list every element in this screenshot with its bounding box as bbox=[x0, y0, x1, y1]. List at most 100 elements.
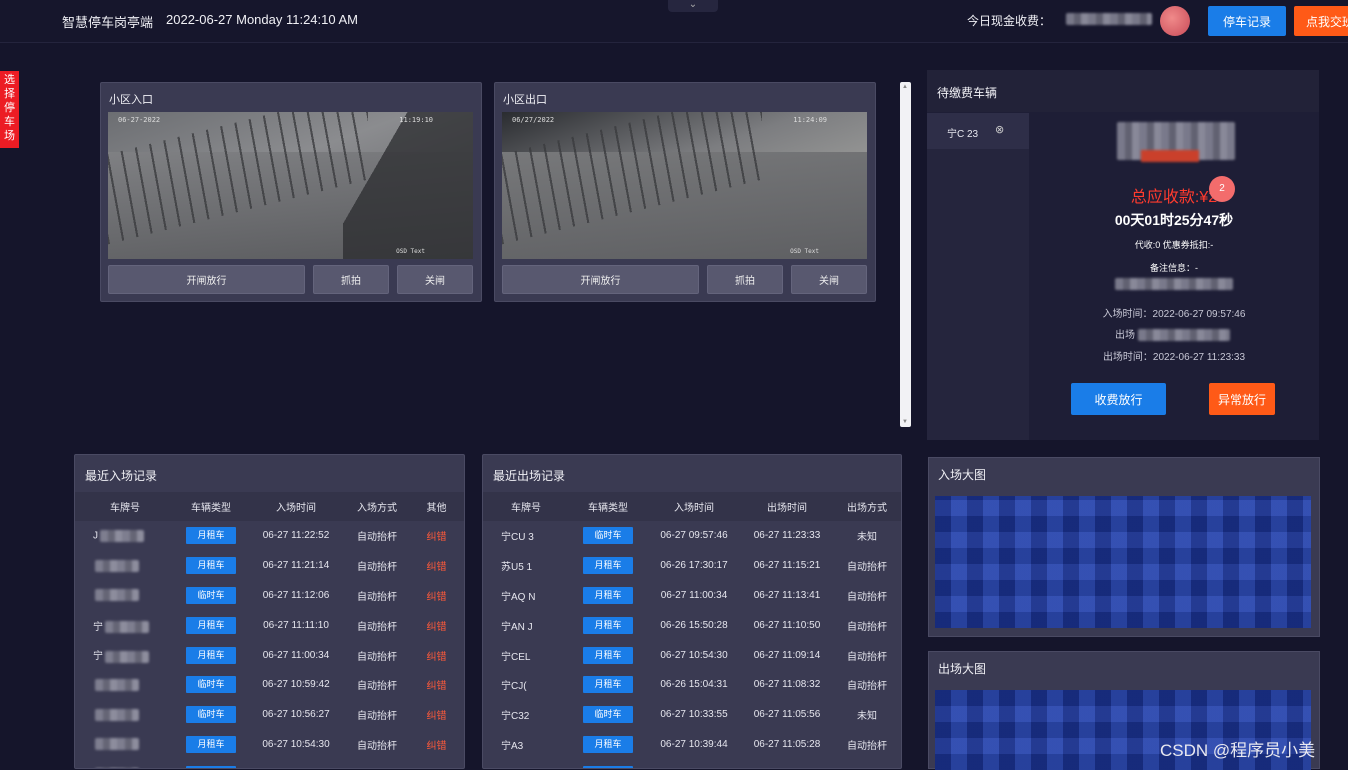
plate-cell: 宁AQ N bbox=[483, 581, 569, 611]
capture-button[interactable]: 抓拍 bbox=[707, 265, 783, 294]
entry-time-cell: 06-27 11:21:14 bbox=[262, 560, 330, 572]
plate-cell: 宁CEL bbox=[483, 640, 569, 670]
camera-timestamp: 06/27/2022 bbox=[512, 116, 555, 124]
camera-clock: 11:24:09 bbox=[793, 116, 827, 124]
table-row: 宁C32 临时车 06-27 10:33:55 06-27 11:05:56 未知 bbox=[483, 700, 901, 730]
entry-method-cell: 自动抬杆 bbox=[357, 621, 397, 633]
exit-time-cell: 06-27 11:00:35 bbox=[741, 759, 833, 768]
plate-text: J bbox=[93, 530, 98, 542]
entry-camera-panel: 小区入口 06-27-2022 11:19:10 OSD Text 开闸放行 抓… bbox=[100, 82, 482, 302]
exit-method-cell: 自动抬杆 bbox=[847, 562, 887, 574]
other-cell: 纠错 bbox=[409, 551, 464, 581]
table-row: J 月租车 06-27 11:22:52 自动抬杆 纠错 bbox=[75, 521, 464, 551]
exit-method-cell: 自动抬杆 bbox=[847, 651, 887, 663]
plate-cell: J bbox=[75, 521, 175, 551]
exit-row: 出场 bbox=[1115, 326, 1230, 342]
vehicle-type-badge: 临时车 bbox=[583, 527, 633, 545]
table-row: 月租车 06-27 10:47:45自动抬杆纠错 bbox=[75, 759, 464, 768]
type-cell: 月租车 bbox=[175, 640, 247, 670]
entry-time-cell: 06-26 17:30:17 bbox=[660, 560, 728, 572]
panel-title: 最近出场记录 bbox=[493, 469, 566, 483]
plate-tab-label: 宁C 23 bbox=[947, 129, 979, 140]
exit-camera-panel: 小区出口 06/27/2022 11:24:09 OSD Text 开闸放行 抓… bbox=[494, 82, 876, 302]
plate-text: 宁CU 3 bbox=[501, 532, 534, 544]
type-cell: 月租车 bbox=[175, 730, 247, 760]
type-cell: 临时车 bbox=[175, 670, 247, 700]
column-header: 入场时间 bbox=[674, 503, 714, 514]
correct-link[interactable]: 纠错 bbox=[427, 532, 447, 543]
collapse-toggle[interactable]: ⌄ bbox=[668, 0, 718, 12]
handover-button[interactable]: 点我交班 bbox=[1294, 6, 1348, 36]
recent-entries-panel: 最近入场记录 车牌号 车辆类型 入场时间 入场方式 其他 J 月租车 06-27 1… bbox=[74, 454, 465, 769]
exit-time-cell: 06-27 11:05:28 bbox=[753, 738, 821, 750]
entry-method-cell: 自动抬杆 bbox=[357, 711, 397, 723]
pending-plate-tab[interactable]: 宁C 23 ⊗ bbox=[927, 113, 1029, 149]
plate-cell: 宁AN J bbox=[483, 610, 569, 640]
correct-link[interactable]: 纠错 bbox=[427, 681, 447, 692]
other-cell: 纠错 bbox=[409, 730, 464, 760]
vehicle-type-badge: 月租车 bbox=[583, 646, 633, 664]
correct-link[interactable]: 纠错 bbox=[427, 652, 447, 663]
exit-time-cell: 06-27 11:08:32 bbox=[753, 679, 821, 691]
vehicle-type-badge: 月租车 bbox=[186, 616, 236, 634]
type-cell: 月租车 bbox=[569, 670, 647, 700]
cash-fee-value bbox=[1066, 13, 1152, 25]
total-fee: 总应收款:¥2 bbox=[1130, 189, 1218, 206]
correct-link[interactable]: 纠错 bbox=[427, 592, 447, 603]
plate-text: 宁CJ( bbox=[501, 681, 527, 693]
main-scrollbar[interactable]: ▲ ▼ bbox=[900, 82, 911, 427]
correct-link[interactable]: 纠错 bbox=[427, 711, 447, 722]
camera-title: 小区入口 bbox=[109, 94, 153, 106]
column-header: 车牌号 bbox=[110, 503, 140, 514]
panel-title: 入场大图 bbox=[938, 468, 987, 482]
correct-link[interactable]: 纠错 bbox=[427, 562, 447, 573]
scroll-up-icon[interactable]: ▲ bbox=[902, 84, 908, 90]
correct-link[interactable]: 纠错 bbox=[427, 622, 447, 633]
fee-badge: 2 bbox=[1209, 176, 1235, 202]
user-avatar[interactable] bbox=[1160, 6, 1190, 36]
exit-method-cell: 未知 bbox=[857, 711, 877, 723]
type-cell: 月租车 bbox=[175, 759, 247, 768]
exit-method-cell: 未知 bbox=[857, 532, 877, 544]
vehicle-type-badge: 月租车 bbox=[186, 557, 236, 575]
entry-large-image[interactable] bbox=[935, 496, 1311, 628]
column-header: 出场方式 bbox=[847, 503, 887, 514]
abnormal-release-button[interactable]: 异常放行 bbox=[1209, 383, 1275, 415]
entry-time-cell: 06-27 11:00:34 bbox=[660, 589, 728, 601]
scroll-down-icon[interactable]: ▼ bbox=[902, 419, 908, 425]
plate-text: 宁 bbox=[93, 651, 103, 663]
vehicle-type-badge: 月租车 bbox=[186, 765, 236, 768]
plate-cell: 宁C32 bbox=[483, 700, 569, 730]
charge-release-button[interactable]: 收费放行 bbox=[1071, 383, 1166, 415]
open-gate-button[interactable]: 开闸放行 bbox=[108, 265, 305, 294]
type-cell: 临时车 bbox=[175, 581, 247, 611]
table-row: 宁 月租车 06-27 11:00:34 自动抬杆 纠错 bbox=[75, 640, 464, 670]
type-cell: 月租车 bbox=[569, 551, 647, 581]
plate-hidden bbox=[95, 559, 139, 572]
open-gate-button[interactable]: 开闸放行 bbox=[502, 265, 699, 294]
top-header: 智慧停车岗亭端 2022-06-27 Monday 11:24:10 AM ⌄ … bbox=[0, 0, 1348, 43]
plate-text: 宁AN J bbox=[501, 621, 533, 633]
close-gate-button[interactable]: 关闸 bbox=[791, 265, 867, 294]
exit-camera-feed: 06/27/2022 11:24:09 OSD Text bbox=[502, 112, 867, 259]
plate-text: 宁CEL bbox=[501, 651, 531, 663]
select-parking-lot-tab[interactable]: 选择停车场 bbox=[0, 71, 19, 148]
park-records-button[interactable]: 停车记录 bbox=[1208, 6, 1286, 36]
pending-payment-panel: 待缴费车辆 宁C 23 ⊗ 总应收款:¥2 2 00天01时25分47秒 代收:… bbox=[927, 70, 1319, 440]
entry-method-cell: 自动抬杆 bbox=[345, 759, 409, 768]
vehicle-type-badge: 月租车 bbox=[583, 676, 633, 694]
table-row: 临时车 06-27 10:56:27 自动抬杆 纠错 bbox=[75, 700, 464, 730]
table-row: 宁AN J 月租车 06-26 15:50:28 06-27 11:10:50 自动抬杆 bbox=[483, 610, 901, 640]
close-gate-button[interactable]: 关闸 bbox=[397, 265, 473, 294]
plate-cell: 宁A3 bbox=[483, 730, 569, 760]
correct-link[interactable]: 纠错 bbox=[427, 741, 447, 752]
entry-time-cell: 06-26 22:20:43 bbox=[647, 759, 741, 768]
capture-button[interactable]: 抓拍 bbox=[313, 265, 389, 294]
entry-method-cell: 自动抬杆 bbox=[357, 651, 397, 663]
vehicle-type-badge: 月租车 bbox=[583, 616, 633, 634]
camera-clock: 11:19:10 bbox=[399, 116, 433, 124]
close-circle-icon[interactable]: ⊗ bbox=[995, 123, 1004, 136]
entry-method-cell: 自动抬杆 bbox=[357, 562, 397, 574]
plate-cell bbox=[75, 551, 175, 581]
remark-info: 备注信息：- bbox=[1150, 263, 1198, 273]
